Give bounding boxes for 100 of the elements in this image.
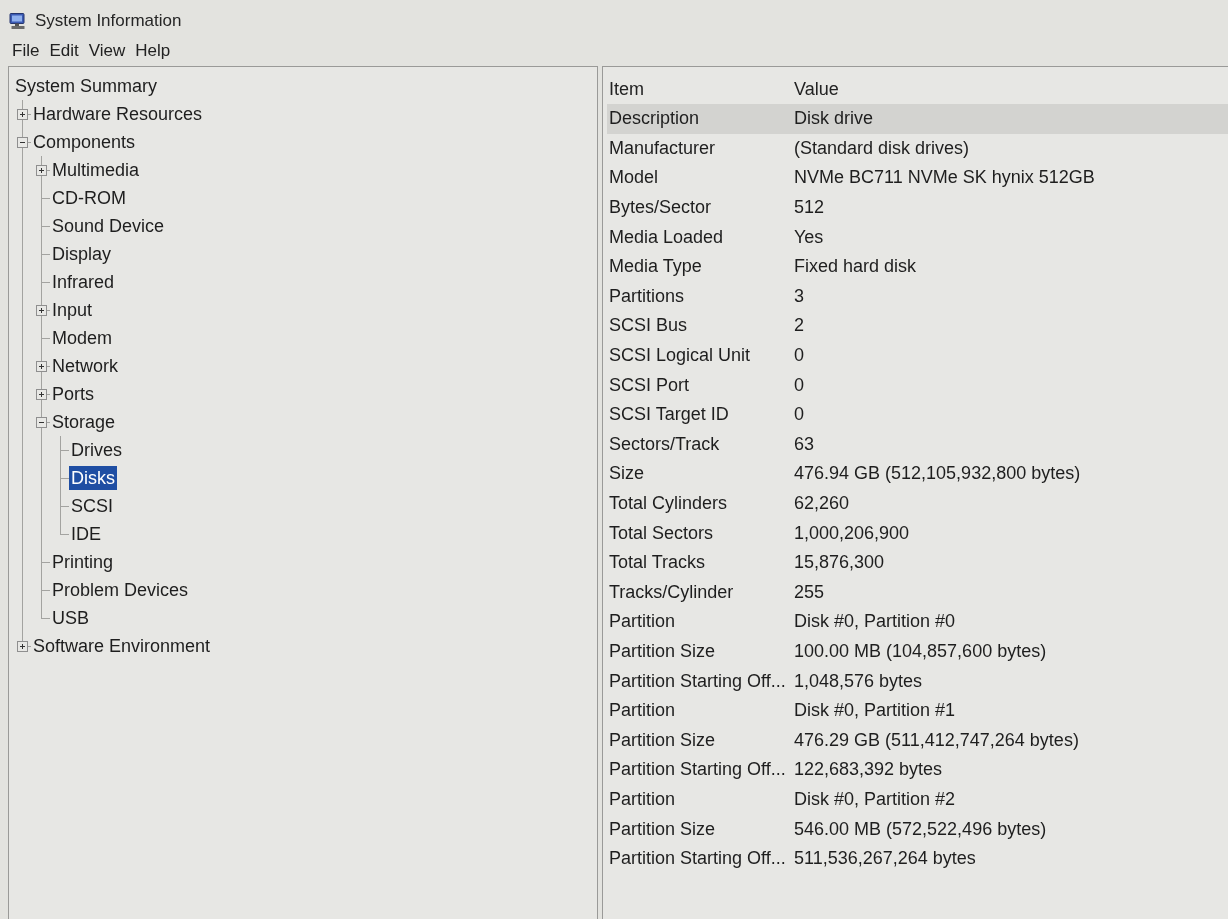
table-row[interactable]: Size 476.94 GB (512,105,932,800 bytes) (607, 459, 1228, 489)
table-row[interactable]: Total Tracks 15,876,300 (607, 547, 1228, 578)
tree-item[interactable]: Display (50, 242, 114, 266)
menu-item[interactable]: View (84, 39, 130, 63)
table-row[interactable]: SCSI Logical Unit 0 (607, 340, 1228, 371)
table-cell-text: Yes (793, 226, 825, 248)
table-cell-text: 546.00 MB (572,522,496 bytes) (793, 818, 1048, 840)
table-row[interactable]: Total Sectors 1,000,206,900 (607, 518, 1228, 548)
table-cell-text: 62,260 (793, 493, 851, 514)
table-cell-text: 0 (793, 345, 805, 367)
table-row[interactable]: Media Type Fixed hard disk (607, 251, 1228, 282)
table-row[interactable]: Manufacturer (Standard disk drives) (607, 133, 1228, 164)
table-cell-text: NVMe BC711 NVMe SK hynix 512GB (793, 167, 1096, 189)
plus-box-icon[interactable] (17, 108, 28, 120)
tree-item[interactable]: SCSI (69, 494, 115, 518)
tree-item[interactable]: Disks (69, 466, 117, 490)
tree-item[interactable]: Printing (50, 550, 116, 574)
column-header[interactable]: Item (607, 78, 791, 100)
tree-item[interactable]: CD-ROM (50, 186, 128, 210)
table-cell-text: Sectors/Track (608, 433, 721, 455)
table-row[interactable]: Total Cylinders 62,260 (607, 488, 1228, 519)
table-row[interactable]: Bytes/Sector 512 (607, 192, 1228, 223)
plus-box-icon[interactable] (17, 640, 28, 652)
plus-box-icon[interactable] (36, 360, 47, 372)
table-row[interactable]: Tracks/Cylinder 255 (607, 577, 1228, 608)
table-cell-text: Disk #0, Partition #2 (793, 788, 957, 810)
tree-item[interactable]: IDE (69, 522, 103, 546)
tree-item[interactable]: Software Environment (31, 634, 213, 658)
table-cell-text: Media Type (608, 256, 703, 278)
table-cell-text: 476.94 GB (512,105,932,800 bytes) (793, 463, 1082, 485)
table-cell-text: 100.00 MB (104,857,600 bytes) (793, 641, 1048, 662)
table-row[interactable]: Partition Size 546.00 MB (572,522,496 bytes) (607, 814, 1228, 844)
table-row[interactable]: Partition Starting Off... 122,683,392 bytes (607, 755, 1228, 785)
table-cell-text: Model (608, 167, 660, 189)
menu-item[interactable]: File (8, 39, 44, 63)
tree-item[interactable]: Sound Device (50, 214, 167, 238)
tree-item[interactable]: Components (31, 130, 138, 154)
table-row[interactable]: Partition Size 476.29 GB (511,412,747,264 bytes) (607, 725, 1228, 756)
table-row[interactable]: Partition Disk #0, Partition #1 (607, 695, 1228, 726)
table-row[interactable]: Partition Disk #0, Partition #2 (607, 784, 1228, 815)
table-cell-text: Partition Size (608, 818, 717, 840)
table-cell-text: 0 (793, 374, 805, 396)
tree-item[interactable]: Multimedia (50, 158, 142, 182)
table-row[interactable]: SCSI Port 0 (607, 370, 1228, 400)
table-row[interactable]: Model NVMe BC711 NVMe SK hynix 512GB (607, 163, 1228, 193)
menu-item[interactable]: Edit (45, 39, 83, 63)
table-cell-text: Partition Starting Off... (608, 759, 787, 781)
table-cell-text: Partition (608, 611, 677, 633)
table-cell-text: Disk #0, Partition #0 (793, 611, 957, 633)
table-row[interactable]: Partition Disk #0, Partition #0 (607, 607, 1228, 637)
table-cell-text: Manufacturer (608, 137, 717, 159)
table-cell-text: 15,876,300 (793, 552, 886, 574)
table-cell-text: SCSI Bus (608, 315, 689, 337)
minus-box-icon[interactable] (17, 136, 28, 148)
plus-box-icon[interactable] (36, 304, 47, 316)
menu-item[interactable]: Help (131, 39, 175, 63)
table-cell-text: Media Loaded (608, 226, 725, 248)
table-row[interactable]: Media Loaded Yes (607, 222, 1228, 252)
tree-item[interactable]: Modem (50, 326, 115, 350)
table-cell-text: 511,536,267,264 bytes (793, 848, 977, 870)
table-row[interactable]: Partition Starting Off... 1,048,576 bytes (607, 666, 1228, 696)
tree-item[interactable]: USB (50, 606, 91, 630)
table-cell-text: Partition (608, 788, 677, 810)
table-cell-text: Size (608, 463, 645, 485)
table-cell-text: SCSI Port (608, 374, 691, 396)
window-title: System Information (35, 11, 182, 31)
table-row[interactable]: Sectors/Track 63 (607, 429, 1228, 460)
tree-item[interactable]: System Summary (13, 74, 160, 98)
tree-item[interactable]: Network (50, 354, 120, 378)
table-row[interactable]: Partitions 3 (607, 281, 1228, 312)
column-header[interactable]: Value (791, 78, 1228, 100)
plus-box-icon[interactable] (36, 388, 47, 400)
table-cell-text: Total Sectors (608, 522, 715, 544)
tree-item[interactable]: Storage (50, 410, 118, 434)
plus-box-icon[interactable] (36, 164, 47, 176)
table-cell-text: SCSI Target ID (608, 404, 730, 426)
table-row[interactable]: Partition Size 100.00 MB (104,857,600 bytes) (607, 636, 1228, 667)
table-row[interactable]: SCSI Target ID 0 (607, 399, 1228, 430)
table-cell-text: Bytes/Sector (608, 197, 713, 219)
table-cell-text: Disk #0, Partition #1 (793, 700, 957, 722)
tree-item[interactable]: Hardware Resources (31, 102, 205, 126)
minus-box-icon[interactable] (36, 416, 47, 428)
table-cell-text: Partitions (608, 285, 686, 307)
tree-item[interactable]: Ports (50, 382, 96, 406)
tree-item[interactable]: Problem Devices (50, 578, 191, 602)
table-cell-text: 255 (793, 581, 826, 603)
tree-item[interactable]: Input (50, 298, 95, 322)
table-row[interactable]: Description Disk drive (607, 104, 1228, 134)
table-cell-text: 0 (793, 404, 805, 426)
table-cell-text: Disk drive (793, 108, 874, 130)
table-cell-text: 1,000,206,900 (793, 522, 911, 544)
tree-item[interactable]: Infrared (50, 270, 117, 294)
table-cell-text: Total Tracks (608, 552, 707, 574)
table-row[interactable]: Partition Starting Off... 511,536,267,264 bytes (607, 843, 1228, 874)
table-cell-text: SCSI Logical Unit (608, 345, 752, 367)
table-cell-text: Total Cylinders (608, 493, 729, 514)
tree-item[interactable]: Drives (69, 438, 124, 462)
table-row[interactable]: SCSI Bus 2 (607, 311, 1228, 341)
table-cell-text: Fixed hard disk (793, 256, 918, 278)
computer-icon (9, 12, 27, 30)
